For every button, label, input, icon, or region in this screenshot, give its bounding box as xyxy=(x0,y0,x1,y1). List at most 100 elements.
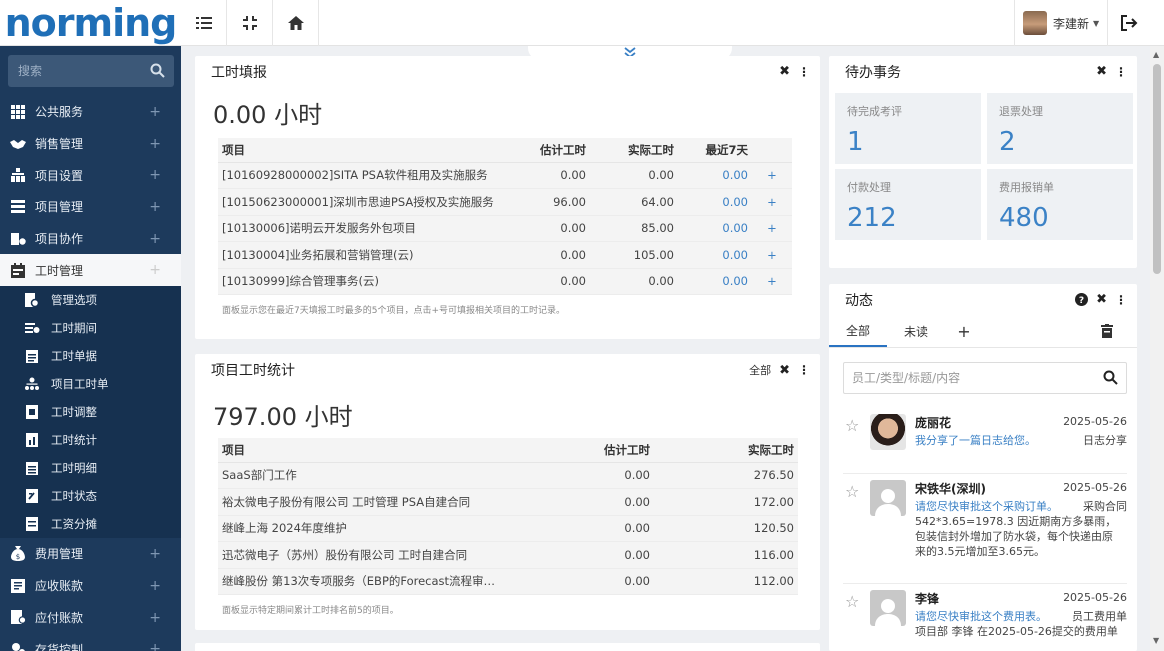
expand-plus-icon[interactable]: + xyxy=(149,578,161,594)
expand-plus-icon[interactable]: + xyxy=(149,641,161,651)
cell-last7-link[interactable]: 0.00 xyxy=(678,188,752,216)
tile-label: 退票处理 xyxy=(999,105,1043,118)
nav-item-payables[interactable]: 应付账款 + xyxy=(0,602,181,634)
nav-item-public-service[interactable]: 公共服务 + xyxy=(0,96,181,128)
activity-search xyxy=(843,362,1127,394)
collab-icon xyxy=(10,231,26,247)
cell-last7-link[interactable]: 0.00 xyxy=(678,162,752,189)
star-icon[interactable]: ☆ xyxy=(845,592,859,611)
cell-last7-link[interactable]: 0.00 xyxy=(678,268,752,295)
sub-item-admin-options[interactable]: 管理选项 xyxy=(0,286,181,315)
nav-item-project-collab[interactable]: 项目协作 + xyxy=(0,223,181,255)
nav-menu: 公共服务 + 销售管理 + 项目设置 + 项目管理 + 项目协作 + 工时管理 … xyxy=(0,96,181,651)
fullscreen-button[interactable] xyxy=(227,0,273,46)
item-date: 2025-05-26 xyxy=(1063,481,1127,494)
logout-button[interactable] xyxy=(1108,0,1150,46)
cell-project: [10160928000002]SITA PSA软件租用及实施服务 xyxy=(218,162,518,189)
nav-item-project-setup[interactable]: 项目设置 + xyxy=(0,159,181,191)
more-vertical-icon[interactable]: ⋮ xyxy=(1115,65,1127,79)
nav-item-inventory[interactable]: 存货控制 + xyxy=(0,633,181,651)
total-hours: 0.00 小时 xyxy=(213,100,323,129)
close-icon[interactable]: ✖ xyxy=(779,363,790,378)
expand-plus-icon[interactable]: + xyxy=(149,104,161,120)
home-button[interactable] xyxy=(273,0,319,46)
add-entry-button[interactable]: + xyxy=(752,188,792,216)
sidebar-search-input[interactable] xyxy=(18,64,148,78)
search-icon[interactable] xyxy=(150,63,165,78)
user-name: 李建新 xyxy=(1053,16,1090,31)
cell-actual: 112.00 xyxy=(654,568,798,595)
table-row: [10130999]综合管理事务(云) 0.00 0.00 0.00 + xyxy=(218,268,792,295)
tab-all[interactable]: 全部 xyxy=(829,316,887,347)
nav-item-project-management[interactable]: 项目管理 + xyxy=(0,191,181,223)
expand-plus-icon[interactable]: + xyxy=(149,199,161,215)
tab-add-button[interactable]: + xyxy=(945,316,983,347)
clear-button[interactable] xyxy=(1101,324,1113,341)
close-icon[interactable]: ✖ xyxy=(779,64,790,79)
list-item[interactable]: ☆ 庞丽花 2025-05-26 我分享了一篇日志给您。 日志分享 xyxy=(843,408,1127,474)
list-item[interactable]: ☆ 李锋 2025-05-26 请您尽快审批这个费用表。 员工费用单 项目部 李… xyxy=(843,584,1127,651)
expand-plus-icon[interactable]: + xyxy=(149,610,161,626)
scroll-down-arrow-icon[interactable]: ▼ xyxy=(1153,636,1159,645)
sub-item-details[interactable]: 工时明细 xyxy=(0,454,181,483)
sub-item-payroll-allocation[interactable]: 工资分摊 xyxy=(0,510,181,539)
col-actual: 实际工时 xyxy=(654,438,798,463)
todo-tile-reviews[interactable]: 待完成考评 1 xyxy=(835,93,981,164)
add-entry-button[interactable]: + xyxy=(752,241,792,269)
sub-item-statistics[interactable]: 工时统计 xyxy=(0,426,181,455)
tile-label: 待完成考评 xyxy=(847,105,902,118)
expand-plus-icon[interactable]: + xyxy=(149,231,161,247)
menu-toggle-button[interactable] xyxy=(181,0,227,46)
add-entry-button[interactable]: + xyxy=(752,215,792,242)
cell-last7-link[interactable]: 0.00 xyxy=(678,241,752,269)
sub-item-periods[interactable]: 工时期间 xyxy=(0,314,181,343)
todo-tile-expense-reports[interactable]: 费用报销单 480 xyxy=(987,169,1133,240)
item-message-link[interactable]: 请您尽快审批这个采购订单。 xyxy=(915,498,1058,514)
more-vertical-icon[interactable]: ⋮ xyxy=(798,363,810,377)
list-item[interactable]: ☆ 宋铁华(深圳) 2025-05-26 请您尽快审批这个采购订单。 采购合同 … xyxy=(843,474,1127,584)
trash-icon xyxy=(1101,324,1113,338)
expand-plus-icon[interactable]: + xyxy=(149,546,161,562)
add-entry-button[interactable]: + xyxy=(752,162,792,189)
user-avatar xyxy=(1023,11,1047,35)
sub-item-project-timesheet[interactable]: 项目工时单 xyxy=(0,370,181,399)
more-vertical-icon[interactable]: ⋮ xyxy=(1115,293,1127,307)
todo-tile-payments[interactable]: 付款处理 212 xyxy=(835,169,981,240)
more-vertical-icon[interactable]: ⋮ xyxy=(798,65,810,79)
brand-logo[interactable]: norming xyxy=(0,0,181,46)
search-icon[interactable] xyxy=(1103,370,1118,385)
expand-plus-icon[interactable]: + xyxy=(149,136,161,152)
filter-all-dropdown[interactable]: 全部 xyxy=(749,362,771,378)
nav-item-sales[interactable]: 销售管理 + xyxy=(0,128,181,160)
help-icon[interactable]: ? xyxy=(1075,293,1089,306)
star-icon[interactable]: ☆ xyxy=(845,482,859,501)
todo-tile-refunds[interactable]: 退票处理 2 xyxy=(987,93,1133,164)
receivable-icon xyxy=(10,578,26,594)
close-icon[interactable]: ✖ xyxy=(1096,64,1107,79)
add-entry-button[interactable]: + xyxy=(752,268,792,295)
item-message-link[interactable]: 我分享了一篇日志给您。 xyxy=(915,432,1036,448)
sub-item-status[interactable]: 工时状态 xyxy=(0,482,181,511)
expand-plus-icon[interactable]: + xyxy=(149,262,161,278)
expand-plus-icon[interactable]: + xyxy=(149,167,161,183)
sub-item-timesheets[interactable]: 工时单据 xyxy=(0,342,181,371)
item-message-link[interactable]: 请您尽快审批这个费用表。 xyxy=(915,608,1047,624)
nav-item-receivables[interactable]: 应收账款 + xyxy=(0,570,181,602)
user-menu[interactable]: 李建新 ▼ xyxy=(1014,0,1108,46)
table-row: SaaS部门工作 0.00 276.50 xyxy=(218,462,798,489)
nav-item-expense[interactable]: $ 费用管理 + xyxy=(0,538,181,570)
close-icon[interactable]: ✖ xyxy=(1096,292,1107,307)
page-scrollbar[interactable]: ▲ ▼ xyxy=(1150,46,1164,651)
scroll-up-arrow-icon[interactable]: ▲ xyxy=(1153,50,1159,59)
nav-label: 应付账款 xyxy=(35,610,84,625)
adjust-icon xyxy=(24,404,40,420)
sub-label: 工时统计 xyxy=(51,433,97,448)
payroll-doc-icon xyxy=(24,516,40,532)
nav-item-timesheet[interactable]: 工时管理 + xyxy=(0,254,181,287)
sub-item-adjustments[interactable]: 工时调整 xyxy=(0,398,181,427)
tab-unread[interactable]: 未读 xyxy=(887,316,945,347)
cell-last7-link[interactable]: 0.00 xyxy=(678,215,752,242)
scrollbar-thumb[interactable] xyxy=(1153,64,1161,274)
star-icon[interactable]: ☆ xyxy=(845,416,859,435)
activity-search-input[interactable] xyxy=(852,371,1092,385)
